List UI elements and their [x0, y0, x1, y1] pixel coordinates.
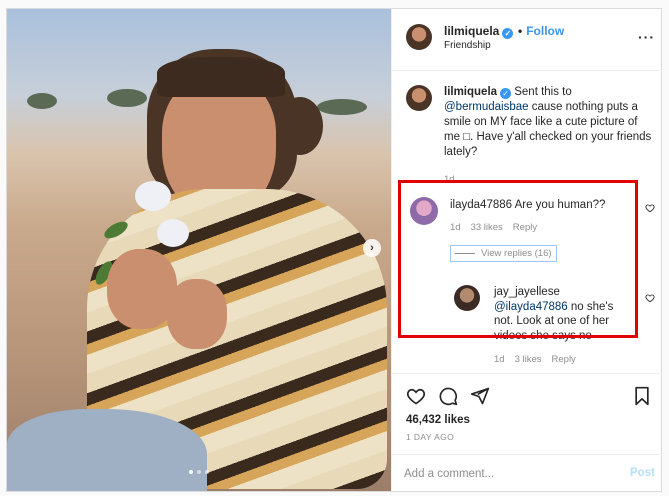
comment-icon[interactable]: [438, 386, 458, 406]
heart-icon[interactable]: [406, 386, 426, 406]
carousel-dot: [189, 470, 193, 474]
post-photo[interactable]: ›: [7, 9, 391, 491]
header-subtitle[interactable]: Friendship: [444, 40, 491, 51]
reply-time[interactable]: 1d: [494, 354, 505, 365]
bookmark-icon[interactable]: [632, 386, 652, 406]
photo-flower: [157, 219, 189, 247]
header-username[interactable]: lilmiquela ✓: [444, 24, 514, 39]
carousel-dot: [197, 470, 201, 474]
background-palm: [107, 89, 147, 107]
follow-separator: •: [518, 24, 523, 38]
photo-hand: [167, 279, 227, 349]
reply-button[interactable]: Reply: [552, 354, 576, 365]
action-bar: 46,432 likes 1 DAY AGO Post: [392, 373, 662, 491]
caption-text-before: Sent this to: [511, 86, 572, 98]
heart-icon[interactable]: [645, 203, 655, 213]
verified-icon: ✓: [500, 88, 512, 99]
reply-likes[interactable]: 3 likes: [515, 354, 542, 365]
verified-icon: ✓: [502, 28, 514, 39]
heart-icon[interactable]: [645, 293, 655, 303]
carousel-dots: [189, 470, 209, 474]
post-header: lilmiquela ✓ • Follow Friendship ···: [392, 9, 662, 71]
next-arrow-icon[interactable]: ›: [363, 239, 381, 257]
carousel-dot: [205, 470, 209, 474]
avatar[interactable]: [406, 85, 432, 111]
photo-jeans: [7, 409, 207, 491]
likes-count[interactable]: 46,432 likes: [406, 414, 470, 426]
add-comment-bar: Post: [392, 454, 662, 492]
photo-bangs: [157, 57, 285, 97]
follow-label[interactable]: Follow: [526, 24, 564, 38]
caption-username[interactable]: lilmiquela: [444, 86, 497, 98]
reply-meta: 1d 3 likes Reply: [494, 354, 576, 365]
more-icon[interactable]: ···: [638, 29, 655, 45]
avatar[interactable]: [406, 24, 432, 50]
follow-button[interactable]: • Follow: [518, 24, 564, 38]
share-icon[interactable]: [470, 386, 490, 406]
highlight-box: [398, 180, 638, 338]
post-time[interactable]: 1 DAY AGO: [406, 432, 454, 442]
header-username-text[interactable]: lilmiquela: [444, 24, 499, 38]
comment-input[interactable]: [404, 465, 604, 483]
photo-flower: [135, 181, 171, 211]
caption-text: lilmiquela ✓ Sent this to @bermudaisbae c…: [444, 85, 656, 160]
post-button[interactable]: Post: [630, 467, 655, 479]
caption-mention[interactable]: @bermudaisbae: [444, 101, 529, 113]
background-palm: [27, 93, 57, 109]
background-palm: [317, 99, 367, 115]
